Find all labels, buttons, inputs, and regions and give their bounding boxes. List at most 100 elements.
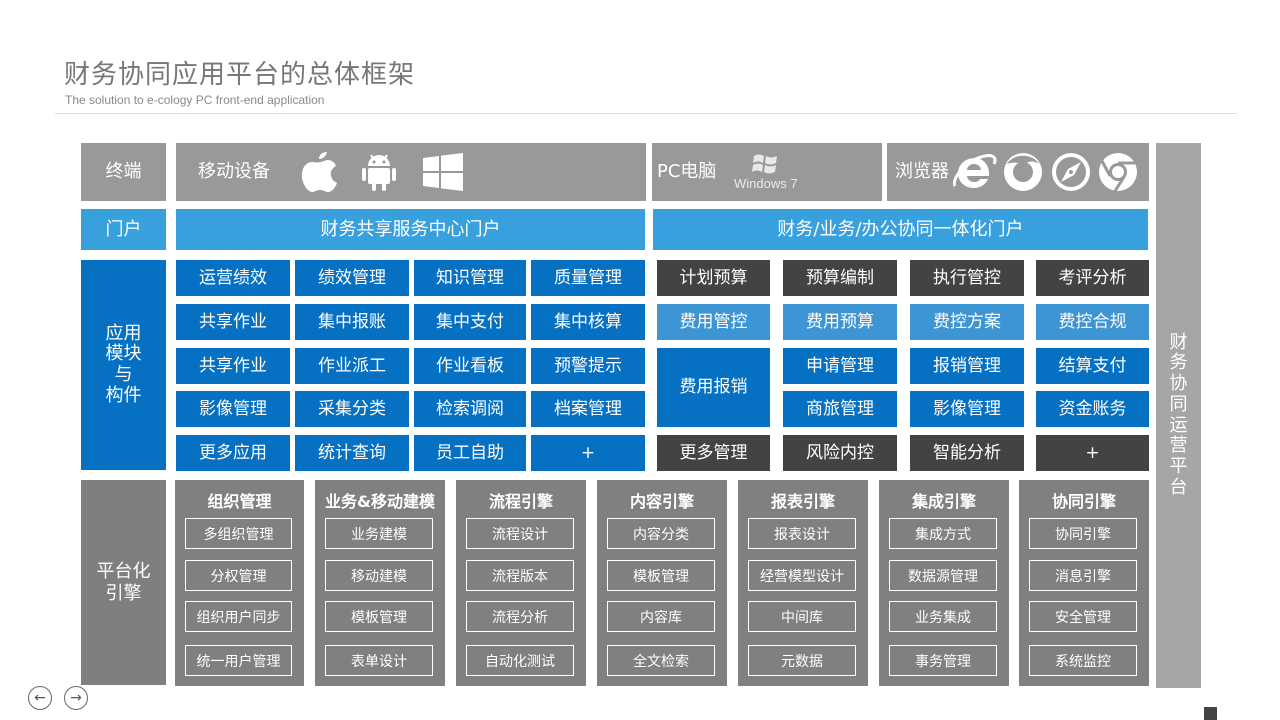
windows7-text: Windows 7 <box>734 176 798 191</box>
app-left-item[interactable]: 共享作业 <box>176 304 290 340</box>
portal-left[interactable]: 财务共享服务中心门户 <box>176 209 645 250</box>
app-left-item[interactable]: 集中支付 <box>414 304 526 340</box>
app-left-item[interactable]: 档案管理 <box>531 391 645 427</box>
engine-title: 组织管理 <box>207 492 272 511</box>
engine-item[interactable]: 业务建模 <box>325 518 433 549</box>
app-right-item[interactable]: 费用预算 <box>783 304 897 340</box>
windows-icon <box>423 153 463 191</box>
firefox-icon <box>1004 153 1042 191</box>
app-left-item[interactable]: 运营绩效 <box>176 260 290 296</box>
engine-panel: 组织管理多组织管理分权管理组织用户同步 统一用户管理 <box>175 480 304 686</box>
engine-title: 集成引擎 <box>911 492 976 511</box>
engine-panel: 内容引擎内容分类模板管理内容库全文检索 <box>597 480 727 686</box>
engine-item[interactable]: 中间库 <box>748 601 856 632</box>
header-divider <box>55 113 1237 114</box>
row-label-app: 应用 模块 与 构件 <box>81 260 166 470</box>
app-right-item[interactable]: 预算编制 <box>783 260 897 296</box>
engine-item[interactable]: 数据源管理 <box>889 560 997 591</box>
engine-item[interactable]: 表单设计 <box>325 645 433 676</box>
app-left-item[interactable]: 质量管理 <box>531 260 645 296</box>
engine-item[interactable]: 元数据 <box>748 645 856 676</box>
app-left-item[interactable]: 绩效管理 <box>295 260 409 296</box>
app-left-item[interactable]: 集中核算 <box>531 304 645 340</box>
engine-item[interactable]: 模板管理 <box>325 601 433 632</box>
app-right-item[interactable]: 执行管控 <box>910 260 1024 296</box>
engine-item[interactable]: 自动化测试 <box>466 645 574 676</box>
engine-item[interactable]: 流程设计 <box>466 518 574 549</box>
terminal-mobile-label: 移动设备 <box>198 161 270 183</box>
page-title: 财务协同应用平台的总体框架 <box>64 60 416 90</box>
app-left-item[interactable]: 作业看板 <box>414 348 526 384</box>
engine-panel: 协同引擎 协同引擎 消息引擎 安全管理 系统监控 <box>1019 480 1149 686</box>
app-left-item[interactable]: 知识管理 <box>414 260 526 296</box>
engine-item[interactable]: 业务集成 <box>889 601 997 632</box>
engine-item[interactable]: 统一用户管理 <box>185 645 292 676</box>
android-icon <box>362 154 396 191</box>
app-right-item[interactable]: 费用管控 <box>657 304 770 340</box>
engine-item[interactable]: 系统监控 <box>1029 645 1137 676</box>
engine-item[interactable]: 模板管理 <box>607 560 715 591</box>
next-slide-button[interactable]: → <box>64 686 88 710</box>
engine-panel: 流程引擎流程设计流程版本流程分析自动化测试 <box>456 480 586 686</box>
row-label-portal: 门户 <box>81 209 166 250</box>
engine-item[interactable]: 协同引擎 <box>1029 518 1137 549</box>
app-left-item[interactable]: 更多应用 <box>176 435 290 471</box>
app-right-item[interactable]: 资金账务 <box>1036 391 1149 427</box>
engine-item[interactable]: 消息引擎 <box>1029 560 1137 591</box>
app-left-item[interactable]: 统计查询 <box>295 435 409 471</box>
app-left-item[interactable]: 集中报账 <box>295 304 409 340</box>
app-right-item[interactable]: 结算支付 <box>1036 348 1149 384</box>
app-left-item[interactable]: 影像管理 <box>176 391 290 427</box>
engine-item[interactable]: 集成方式 <box>889 518 997 549</box>
engine-item[interactable]: 分权管理 <box>185 560 292 591</box>
engine-title: 业务&移动建模 <box>325 492 435 511</box>
engine-panel: 集成引擎集成方式数据源管理业务集成事务管理 <box>879 480 1009 686</box>
app-right-item[interactable]: 智能分析 <box>910 435 1024 471</box>
ie-icon <box>953 154 997 188</box>
engine-item[interactable]: 内容分类 <box>607 518 715 549</box>
slide-canvas: 财务协同应用平台的总体框架 The solution to e-cology P… <box>0 0 1280 720</box>
engine-item[interactable]: 组织用户同步 <box>185 601 292 632</box>
engine-title: 协同引擎 <box>1051 492 1116 511</box>
engine-item[interactable]: 多组织管理 <box>185 518 292 549</box>
app-left-item[interactable]: 采集分类 <box>295 391 409 427</box>
engine-item[interactable]: 流程版本 <box>466 560 574 591</box>
engine-item[interactable]: 事务管理 <box>889 645 997 676</box>
engine-title: 报表引擎 <box>770 492 835 511</box>
app-right-item[interactable]: 申请管理 <box>783 348 897 384</box>
engine-item[interactable]: 全文检索 <box>607 645 715 676</box>
app-left-item[interactable]: 检索调阅 <box>414 391 526 427</box>
app-left-item[interactable]: 员工自助 <box>414 435 526 471</box>
engine-item[interactable]: 内容库 <box>607 601 715 632</box>
engine-panel: 业务&移动建模业务建模移动建模模板管理表单设计 <box>315 480 445 686</box>
portal-right[interactable]: 财务/业务/办公协同一体化门户 <box>653 209 1148 250</box>
engine-item[interactable]: 报表设计 <box>748 518 856 549</box>
engine-item[interactable]: 安全管理 <box>1029 601 1137 632</box>
engine-panel: 报表引擎报表设计经营模型设计 中间库元数据 <box>738 480 868 686</box>
app-right-item[interactable]: 费控方案 <box>910 304 1024 340</box>
engine-item[interactable]: 移动建模 <box>325 560 433 591</box>
app-left-item[interactable]: 预警提示 <box>531 348 645 384</box>
add-management-button[interactable]: + <box>1036 435 1149 471</box>
engine-title: 内容引擎 <box>629 492 694 511</box>
app-right-item[interactable]: 报销管理 <box>910 348 1024 384</box>
app-right-merged-item[interactable]: 费用报销 <box>657 348 770 427</box>
engine-item[interactable]: 经营模型设计 <box>748 560 856 591</box>
prev-slide-button[interactable]: ← <box>28 686 52 710</box>
app-right-item[interactable]: 商旅管理 <box>783 391 897 427</box>
app-right-item[interactable]: 计划预算 <box>657 260 770 296</box>
windows7-logo-icon <box>752 154 777 174</box>
app-right-item[interactable]: 考评分析 <box>1036 260 1149 296</box>
app-right-item[interactable]: 更多管理 <box>657 435 770 471</box>
engine-item[interactable]: 流程分析 <box>466 601 574 632</box>
engine-title: 流程引擎 <box>488 492 553 511</box>
arrow-left-icon: ← <box>34 690 46 706</box>
add-module-button[interactable]: + <box>531 435 645 471</box>
app-right-item[interactable]: 风险内控 <box>783 435 897 471</box>
terminal-pc-label: PC电脑 <box>657 161 717 183</box>
app-right-item[interactable]: 影像管理 <box>910 391 1024 427</box>
app-left-item[interactable]: 作业派工 <box>295 348 409 384</box>
app-left-item[interactable]: 共享作业 <box>176 348 290 384</box>
side-label-platform: 财 务 协 同 运 营 平 台 <box>1156 143 1201 688</box>
app-right-item[interactable]: 费控合规 <box>1036 304 1149 340</box>
